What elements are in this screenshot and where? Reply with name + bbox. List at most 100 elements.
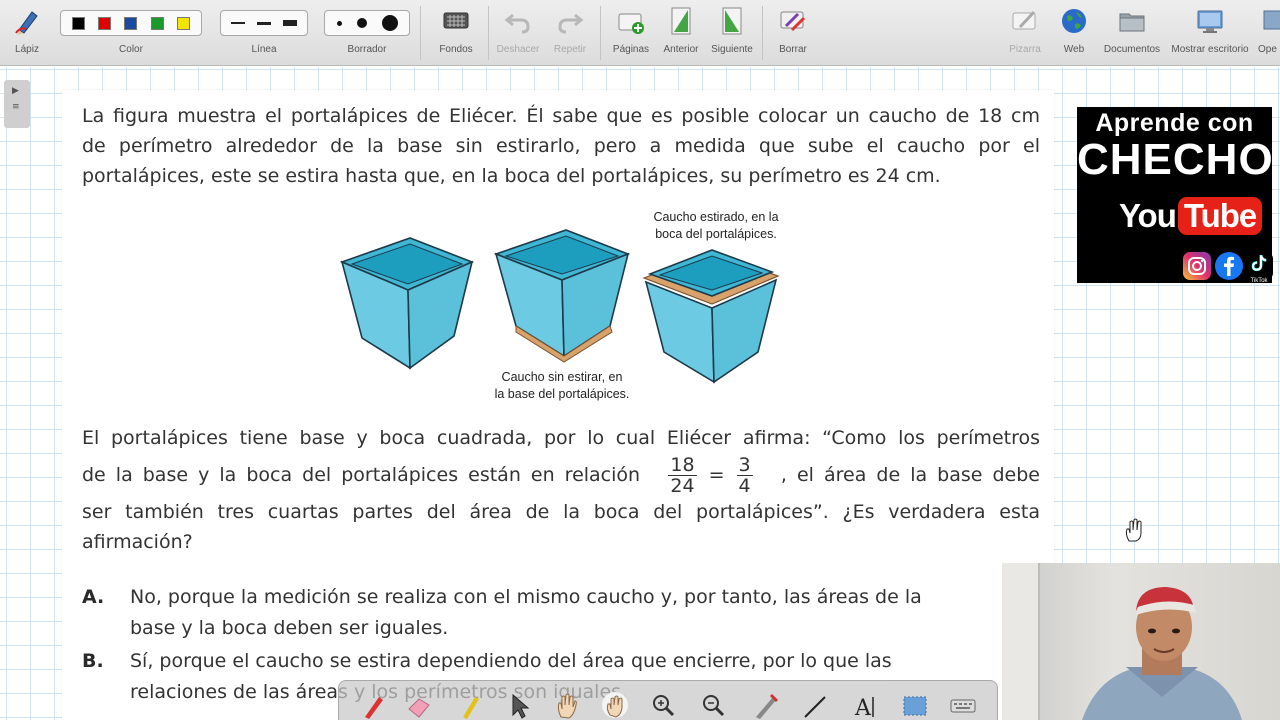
eraser-label: Borrador xyxy=(347,44,387,55)
documents-label: Documentos xyxy=(1103,44,1161,55)
line-thick-option[interactable] xyxy=(283,20,297,26)
keyboard-icon[interactable] xyxy=(949,691,977,719)
caption-line: Caucho sin estirar, en xyxy=(501,370,623,384)
clear-label: Borrar xyxy=(779,44,807,55)
grab-hand-icon[interactable] xyxy=(601,691,629,719)
whiteboard-button[interactable]: Pizarra xyxy=(1004,0,1046,66)
option-letter: B. xyxy=(82,650,104,672)
redo-label: Repetir xyxy=(553,44,587,55)
color-swatch-blue[interactable] xyxy=(124,16,138,30)
line-medium-option[interactable] xyxy=(257,21,271,25)
expand-arrow-icon: ▶ xyxy=(12,86,19,96)
caption-line: Caucho estirado, en la xyxy=(653,210,779,224)
eraser-icon[interactable] xyxy=(405,691,433,719)
monitor-icon xyxy=(1195,6,1225,36)
pointer-icon[interactable] xyxy=(505,691,533,719)
toolbar-divider xyxy=(762,6,763,60)
answer-option-a[interactable]: A. No, porque la medición se realiza con… xyxy=(82,586,1002,648)
redo-icon xyxy=(555,6,585,36)
caption-unstretched-band: Caucho sin estirar, en la base del porta… xyxy=(484,369,640,403)
backgrounds-button[interactable]: Fondos xyxy=(434,0,478,66)
folder-icon xyxy=(1117,6,1147,36)
globe-icon xyxy=(1059,6,1089,36)
redo-button[interactable]: Repetir xyxy=(548,0,592,66)
line-width-picker: Línea xyxy=(220,0,308,66)
intro-line: de perímetro alrededor de la base sin es… xyxy=(82,135,1040,157)
side-panel-toggle[interactable]: ▶ ≡ xyxy=(4,80,30,128)
eraser-medium-option[interactable] xyxy=(356,18,367,28)
svg-text:A: A xyxy=(854,696,872,719)
tiktok-label: TikTok xyxy=(1250,278,1268,284)
screen-capture-icon[interactable] xyxy=(901,691,929,719)
zoom-out-icon[interactable] xyxy=(699,691,727,719)
statement-ratio-line: de la base y la boca del portalápices es… xyxy=(82,452,1040,498)
color-swatch-yellow[interactable] xyxy=(177,16,191,30)
fraction-3-4: 3 4 xyxy=(736,453,753,497)
pencil-holder-1 xyxy=(339,237,475,370)
pages-label: Páginas xyxy=(612,44,650,55)
fraction-18-24: 18 24 xyxy=(668,455,697,497)
statement-line: El portalápices tiene base y boca cuadra… xyxy=(82,427,1040,449)
caption-stretched-band: Caucho estirado, en la boca del portaláp… xyxy=(640,209,792,243)
eraser-size-picker: Borrador xyxy=(324,0,410,66)
pencil-tool[interactable]: Lápiz xyxy=(8,0,46,66)
more-options-button[interactable]: Ope xyxy=(1256,0,1280,66)
options-icon xyxy=(1261,6,1280,36)
option-letter: A. xyxy=(82,586,105,608)
pencil-holder-3 xyxy=(642,249,780,384)
floating-tool-bar: A xyxy=(338,680,998,720)
line-label: Línea xyxy=(251,44,277,55)
line-tool-icon[interactable] xyxy=(801,691,829,719)
whiteboard-label: Pizarra xyxy=(1009,44,1041,55)
eraser-large-option[interactable] xyxy=(381,15,398,31)
intro-line: La figura muestra el portalápices de Eli… xyxy=(82,105,1040,127)
keyboard-grid-icon xyxy=(441,6,471,36)
clear-board-icon xyxy=(778,6,808,36)
next-page-icon xyxy=(717,6,747,36)
eraser-small-option[interactable] xyxy=(336,20,342,26)
zoom-in-icon[interactable] xyxy=(649,691,677,719)
color-swatch-group xyxy=(60,10,202,36)
instagram-icon xyxy=(1183,252,1211,280)
toolbar-divider xyxy=(420,6,421,60)
color-picker: Color xyxy=(58,0,204,66)
show-desktop-button[interactable]: Mostrar escritorio xyxy=(1166,0,1254,66)
web-label: Web xyxy=(1063,44,1085,55)
text-tool-icon[interactable]: A xyxy=(851,691,879,720)
highlighter-icon[interactable] xyxy=(457,691,485,719)
presenter-video xyxy=(1002,563,1242,720)
caption-line: boca del portalápices. xyxy=(655,227,777,241)
fraction-denominator: 24 xyxy=(670,474,695,497)
undo-button[interactable]: Deshacer xyxy=(494,0,542,66)
pencil-holder-2 xyxy=(493,229,631,363)
undo-icon xyxy=(503,6,533,36)
pages-button[interactable]: Páginas xyxy=(608,0,654,66)
fraction-denominator: 4 xyxy=(738,474,751,497)
youtube-logo: You Tube xyxy=(1119,195,1263,237)
eraser-swatch-group xyxy=(324,10,410,36)
pencil-label: Lápiz xyxy=(15,44,39,55)
color-swatch-red[interactable] xyxy=(98,16,112,30)
equals-sign: = xyxy=(708,464,725,486)
color-swatch-green[interactable] xyxy=(150,16,164,30)
web-button[interactable]: Web xyxy=(1054,0,1094,66)
pen-tool-icon[interactable] xyxy=(751,691,779,719)
problem-statement: El portalápices tiene base y boca cuadra… xyxy=(82,423,1040,453)
pencil-holder-illustration xyxy=(339,229,780,384)
red-pen-icon[interactable] xyxy=(359,691,387,719)
clear-button[interactable]: Borrar xyxy=(772,0,814,66)
statement-line: de la base y la boca del portalápices es… xyxy=(82,464,641,486)
color-swatch-black[interactable] xyxy=(71,16,85,30)
fraction-numerator: 3 xyxy=(736,453,753,476)
menu-lines-icon: ≡ xyxy=(12,102,20,112)
next-label: Siguiente xyxy=(711,44,753,55)
previous-page-button[interactable]: Anterior xyxy=(658,0,704,66)
hand-tool-icon[interactable] xyxy=(553,691,581,719)
documents-button[interactable]: Documentos xyxy=(1100,0,1164,66)
toolbar-divider xyxy=(488,6,489,60)
show-desktop-label: Mostrar escritorio xyxy=(1171,44,1249,55)
backgrounds-label: Fondos xyxy=(439,44,473,55)
previous-label: Anterior xyxy=(663,44,699,55)
line-thin-option[interactable] xyxy=(231,22,245,24)
next-page-button[interactable]: Siguiente xyxy=(708,0,756,66)
